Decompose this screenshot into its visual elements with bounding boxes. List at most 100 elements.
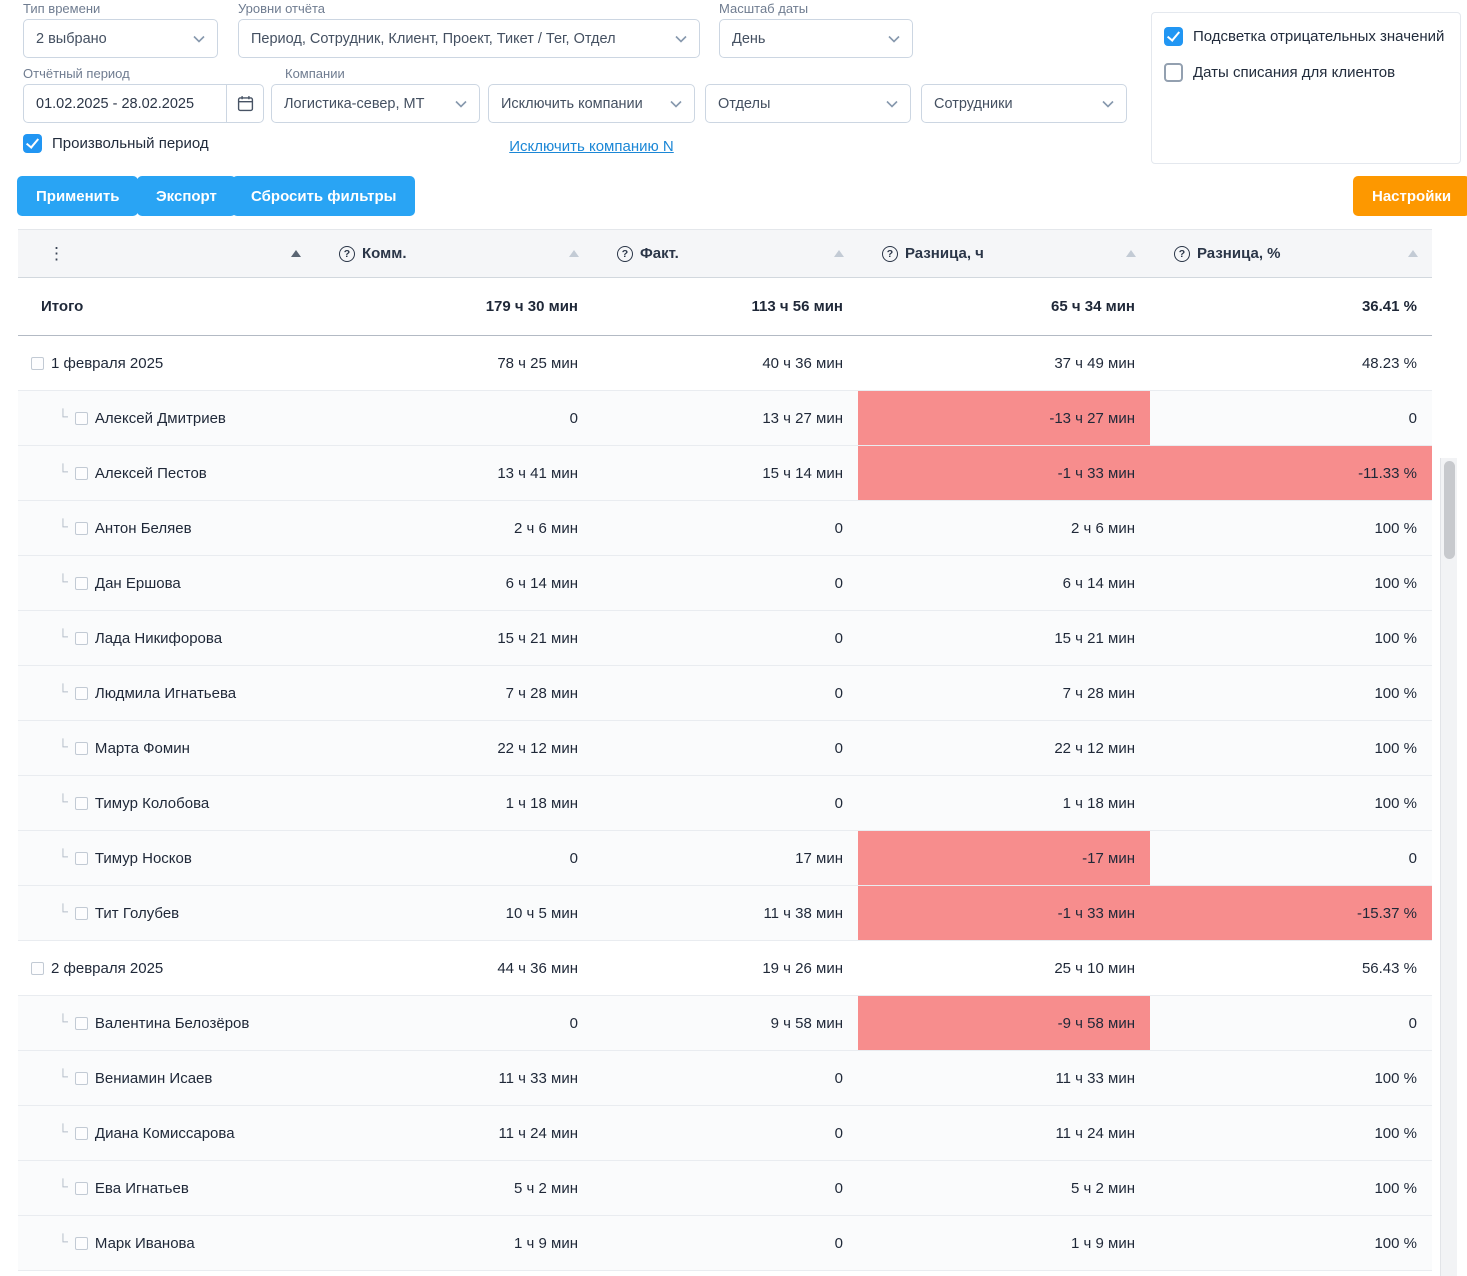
row-expand-checkbox[interactable] <box>75 1237 88 1250</box>
report-period-label: Отчётный период <box>23 66 130 81</box>
cell-comm: 1 ч 9 мин <box>315 1216 593 1271</box>
row-expand-checkbox[interactable] <box>75 1182 88 1195</box>
reset-filters-button[interactable]: Сбросить фильтры <box>232 176 415 216</box>
cell-comm: 11 ч 33 мин <box>315 1051 593 1106</box>
time-type-label: Тип времени <box>23 1 100 16</box>
column-header-diff-hours[interactable]: ? Разница, ч <box>858 230 1150 278</box>
highlight-negatives-checkbox[interactable] <box>1164 27 1183 46</box>
sort-icon[interactable] <box>1126 250 1136 257</box>
calendar-button[interactable] <box>226 85 263 122</box>
row-expand-checkbox[interactable] <box>75 852 88 865</box>
report-period-input[interactable]: 01.02.2025 - 28.02.2025 <box>23 84 264 123</box>
apply-button[interactable]: Применить <box>17 176 138 216</box>
table-row[interactable]: └ Марк Иванова 1 ч 9 мин 0 1 ч 9 мин 100… <box>18 1216 1432 1271</box>
cell-diff-hours: 37 ч 49 мин <box>858 336 1150 391</box>
table-row[interactable]: └ Тит Голубев 10 ч 5 мин 11 ч 38 мин -1 … <box>18 886 1432 941</box>
writeoff-dates-checkbox[interactable] <box>1164 63 1183 82</box>
table-row[interactable]: └ 2 февраля 2025 44 ч 36 мин 19 ч 26 мин… <box>18 941 1432 996</box>
table-row[interactable]: └ Тимур Носков 0 17 мин -17 мин 0 <box>18 831 1432 886</box>
report-levels-select[interactable]: Период, Сотрудник, Клиент, Проект, Тикет… <box>238 19 700 58</box>
scrollbar-thumb[interactable] <box>1444 461 1455 559</box>
chevron-down-icon <box>455 100 467 108</box>
date-scale-label: Масштаб даты <box>719 1 808 16</box>
sort-asc-icon[interactable] <box>291 250 301 257</box>
help-icon[interactable]: ? <box>1174 246 1190 262</box>
cell-diff-hours: 5 ч 2 мин <box>858 1161 1150 1216</box>
help-icon[interactable]: ? <box>339 246 355 262</box>
departments-select[interactable]: Отделы <box>705 84 911 123</box>
column-menu-icon[interactable]: ⋮ <box>48 244 65 264</box>
table-row[interactable]: └ Людмила Игнатьева 7 ч 28 мин 0 7 ч 28 … <box>18 666 1432 721</box>
cell-fact: 0 <box>593 1161 858 1216</box>
row-expand-checkbox[interactable] <box>75 1127 88 1140</box>
column-header-tree[interactable]: ⋮ <box>18 230 315 278</box>
companies-select[interactable]: Логистика-север, МТ <box>271 84 480 123</box>
highlight-negatives-option[interactable]: Подсветка отрицательных значений <box>1164 27 1448 46</box>
exclude-companies-value: Исключить компании <box>501 96 660 112</box>
cell-diff-hours: -9 ч 58 мин <box>858 996 1150 1051</box>
vertical-scrollbar[interactable] <box>1440 458 1457 1276</box>
table-row[interactable]: └ Алексей Дмитриев 0 13 ч 27 мин -13 ч 2… <box>18 391 1432 446</box>
column-label: Разница, ч <box>905 245 984 262</box>
row-expand-checkbox[interactable] <box>75 412 88 425</box>
time-type-select[interactable]: 2 выбрано <box>23 19 218 58</box>
tree-connector-icon: └ <box>58 1179 68 1193</box>
row-expand-checkbox[interactable] <box>75 742 88 755</box>
row-expand-checkbox[interactable] <box>75 797 88 810</box>
exclude-companies-select[interactable]: Исключить компании <box>488 84 695 123</box>
help-icon[interactable]: ? <box>617 246 633 262</box>
row-expand-checkbox[interactable] <box>75 522 88 535</box>
employees-select[interactable]: Сотрудники <box>921 84 1127 123</box>
chevron-down-icon <box>675 35 687 43</box>
row-expand-checkbox[interactable] <box>75 632 88 645</box>
column-header-comm[interactable]: ? Комм. <box>315 230 593 278</box>
cell-diff-percent: 100 % <box>1150 556 1432 611</box>
writeoff-dates-option[interactable]: Даты списания для клиентов <box>1164 63 1448 82</box>
options-panel: Подсветка отрицательных значений Даты сп… <box>1151 12 1461 164</box>
sort-icon[interactable] <box>834 250 844 257</box>
tree-connector-icon: └ <box>58 464 68 478</box>
row-expand-checkbox[interactable] <box>75 467 88 480</box>
table-row[interactable]: └ Вениамин Исаев 11 ч 33 мин 0 11 ч 33 м… <box>18 1051 1432 1106</box>
row-expand-checkbox[interactable] <box>75 577 88 590</box>
table-row[interactable]: └ Диана Комиссарова 11 ч 24 мин 0 11 ч 2… <box>18 1106 1432 1161</box>
row-expand-checkbox[interactable] <box>31 357 44 370</box>
cell-diff-hours: -13 ч 27 мин <box>858 391 1150 446</box>
row-expand-checkbox[interactable] <box>75 907 88 920</box>
table-row[interactable]: └ Марта Фомин 22 ч 12 мин 0 22 ч 12 мин … <box>18 721 1432 776</box>
custom-period-checkbox[interactable] <box>23 134 42 153</box>
date-scale-select[interactable]: День <box>719 19 913 58</box>
column-header-diff-percent[interactable]: ? Разница, % <box>1150 230 1432 278</box>
cell-diff-hours: 7 ч 28 мин <box>858 666 1150 721</box>
row-label: Марта Фомин <box>95 740 190 757</box>
table-row[interactable]: └ Лада Никифорова 15 ч 21 мин 0 15 ч 21 … <box>18 611 1432 666</box>
custom-period-option[interactable]: Произвольный период <box>23 134 209 153</box>
exclude-company-link[interactable]: Исключить компанию N <box>488 138 695 155</box>
table-row[interactable]: └ Валентина Белозёров 0 9 ч 58 мин -9 ч … <box>18 996 1432 1051</box>
sort-icon[interactable] <box>1408 250 1418 257</box>
table-row[interactable]: └ Антон Беляев 2 ч 6 мин 0 2 ч 6 мин 100… <box>18 501 1432 556</box>
sort-icon[interactable] <box>569 250 579 257</box>
cell-diff-percent: 100 % <box>1150 1106 1432 1161</box>
row-expand-checkbox[interactable] <box>75 1072 88 1085</box>
export-button[interactable]: Экспорт <box>137 176 236 216</box>
row-expand-checkbox[interactable] <box>31 962 44 975</box>
cell-diff-hours: 2 ч 6 мин <box>858 501 1150 556</box>
cell-diff-percent: -11.33 % <box>1150 446 1432 501</box>
cell-fact: 0 <box>593 501 858 556</box>
table-row[interactable]: └ Алексей Пестов 13 ч 41 мин 15 ч 14 мин… <box>18 446 1432 501</box>
table-row[interactable]: └ Дан Ершова 6 ч 14 мин 0 6 ч 14 мин 100… <box>18 556 1432 611</box>
row-expand-checkbox[interactable] <box>75 687 88 700</box>
column-header-fact[interactable]: ? Факт. <box>593 230 858 278</box>
row-expand-checkbox[interactable] <box>75 1017 88 1030</box>
help-icon[interactable]: ? <box>882 246 898 262</box>
table-row[interactable]: └ Ева Игнатьев 5 ч 2 мин 0 5 ч 2 мин 100… <box>18 1161 1432 1216</box>
settings-button[interactable]: Настройки <box>1353 176 1467 216</box>
employees-value: Сотрудники <box>934 96 1092 112</box>
cell-diff-hours: -17 мин <box>858 831 1150 886</box>
cell-diff-percent: 56.43 % <box>1150 941 1432 996</box>
table-row[interactable]: └ Тимур Колобова 1 ч 18 мин 0 1 ч 18 мин… <box>18 776 1432 831</box>
table-row[interactable]: └ 1 февраля 2025 78 ч 25 мин 40 ч 36 мин… <box>18 336 1432 391</box>
column-label: Факт. <box>640 245 679 262</box>
report-period-value: 01.02.2025 - 28.02.2025 <box>24 96 226 112</box>
